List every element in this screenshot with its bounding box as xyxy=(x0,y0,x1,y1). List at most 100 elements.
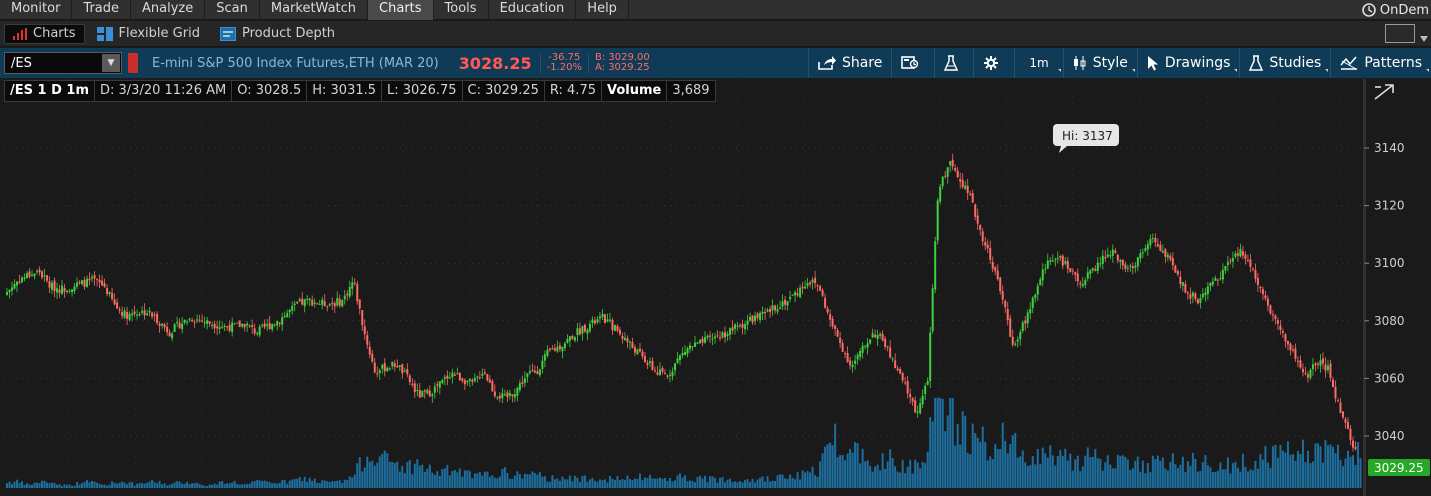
volume-bar xyxy=(789,474,792,488)
candle-body xyxy=(533,370,536,373)
candle-body xyxy=(648,361,651,364)
candle-body xyxy=(653,370,656,372)
volume-bar xyxy=(711,476,714,488)
candle-body xyxy=(338,298,341,306)
depth-icon xyxy=(219,26,236,41)
candle-body xyxy=(178,322,181,329)
candle-body xyxy=(278,322,281,324)
volume-bar xyxy=(999,449,1002,488)
menu-tools[interactable]: Tools xyxy=(434,0,489,20)
volume-bar xyxy=(461,476,464,488)
candle-body xyxy=(571,336,574,340)
volume-bar xyxy=(568,475,571,488)
candle-body xyxy=(23,277,26,279)
candle-body xyxy=(1044,268,1047,270)
menu-analyze[interactable]: Analyze xyxy=(131,0,206,20)
volume-bar xyxy=(1319,446,1322,488)
candle-body xyxy=(1284,334,1287,342)
candle-body xyxy=(6,292,8,295)
volume-bar xyxy=(486,471,489,488)
volume-bar xyxy=(88,482,91,488)
candle-body xyxy=(361,310,364,326)
volume-bar xyxy=(986,460,989,488)
candle-body xyxy=(376,373,379,375)
drawings-button[interactable]: Drawings xyxy=(1136,48,1240,78)
studies-beaker-button[interactable] xyxy=(934,48,973,78)
candle-body xyxy=(691,346,694,348)
candle-body xyxy=(1089,270,1092,275)
candle-body xyxy=(964,185,967,189)
candle-body xyxy=(518,383,521,390)
volume-bar xyxy=(141,483,144,488)
link-color-indicator[interactable] xyxy=(128,53,138,73)
price-chart[interactable]: 3040 3060 3080 3100 3120 3140 Hi: 3137 3029.25 xyxy=(0,79,1431,496)
settings-button[interactable] xyxy=(973,48,1014,78)
share-button[interactable]: Share xyxy=(807,48,891,78)
candle-body xyxy=(1049,260,1052,262)
candle-body xyxy=(1246,259,1249,261)
menu-marketwatch[interactable]: MarketWatch xyxy=(260,0,369,20)
patterns-button[interactable]: Patterns xyxy=(1330,48,1431,78)
menu-scan[interactable]: Scan xyxy=(205,0,260,20)
candle-body xyxy=(1259,286,1262,289)
candle-body xyxy=(596,319,599,323)
candle-body xyxy=(911,398,914,402)
candle-body xyxy=(841,342,844,352)
candle-body xyxy=(671,371,674,377)
candle-body xyxy=(488,379,491,383)
volume-bar xyxy=(1054,465,1057,488)
candle-body xyxy=(393,363,396,367)
candle-body xyxy=(921,395,924,405)
candle-body xyxy=(201,320,204,322)
volume-bar xyxy=(714,477,717,488)
ondemand-button[interactable]: OnDem xyxy=(1362,0,1431,20)
candle-body xyxy=(1186,292,1189,294)
subtab-product-depth[interactable]: Product Depth xyxy=(212,24,343,44)
candle-body xyxy=(731,327,734,331)
menu-trade[interactable]: Trade xyxy=(72,0,132,20)
subtab-flexible-grid-label: Flexible Grid xyxy=(118,26,200,41)
candle-body xyxy=(1196,299,1199,304)
candle-body xyxy=(188,318,191,320)
volume-bar xyxy=(1281,450,1284,488)
chart-settings-button[interactable] xyxy=(891,48,934,78)
volume-bar xyxy=(919,468,922,488)
menu-charts[interactable]: Charts xyxy=(368,0,434,20)
candle-body xyxy=(33,273,36,277)
volume-bar xyxy=(801,470,804,488)
candle-body xyxy=(218,327,221,329)
volume-bar xyxy=(1114,468,1117,488)
candle-body xyxy=(914,400,917,413)
menu-education[interactable]: Education xyxy=(489,0,577,20)
candle-body xyxy=(826,308,829,313)
candle-body xyxy=(1014,343,1017,345)
menu-help[interactable]: Help xyxy=(576,0,629,20)
volume-bar xyxy=(291,479,294,488)
volume-bar xyxy=(521,478,524,488)
timeframe-button[interactable]: 1m xyxy=(1014,48,1062,78)
volume-bar xyxy=(563,479,566,488)
candle-body xyxy=(158,323,161,326)
candle-body xyxy=(904,382,907,384)
menu-monitor[interactable]: Monitor xyxy=(0,0,73,20)
volume-bar xyxy=(966,452,969,488)
candle-body xyxy=(869,339,872,344)
studies-button[interactable]: Studies xyxy=(1239,48,1330,78)
candle-body xyxy=(403,370,406,372)
style-button[interactable]: Style xyxy=(1062,48,1137,78)
flask-icon xyxy=(944,55,959,71)
candle-body xyxy=(1066,260,1069,269)
symbol-input[interactable]: /ES ▼ xyxy=(4,52,122,74)
subtab-charts[interactable]: Charts xyxy=(4,23,85,44)
subtab-flexible-grid[interactable]: Flexible Grid xyxy=(89,24,208,44)
candle-body xyxy=(151,312,154,317)
volume-bar xyxy=(884,468,887,488)
candle-body xyxy=(598,316,601,319)
expand-chart-icon[interactable] xyxy=(1373,83,1395,101)
symbol-dropdown-icon[interactable]: ▼ xyxy=(102,54,120,72)
chart-title[interactable]: /ES 1 D 1m xyxy=(4,80,94,102)
layout-selector-button[interactable] xyxy=(1385,24,1415,43)
volume-bar xyxy=(1261,459,1264,488)
layout-chevron-icon[interactable] xyxy=(1420,36,1428,42)
candle-body xyxy=(556,347,559,352)
